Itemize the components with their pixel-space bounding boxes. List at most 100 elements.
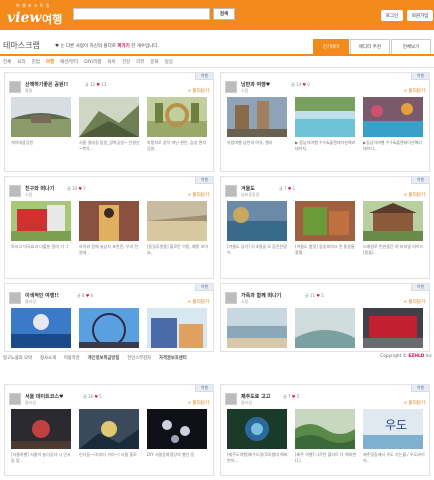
category-travel[interactable]: 여행 [46, 59, 54, 65]
card-user[interactable]: 소망 [241, 88, 248, 94]
login-button[interactable]: 로그인 [381, 10, 403, 21]
avatar[interactable] [9, 292, 21, 304]
category-culture[interactable]: 문화 [150, 59, 158, 65]
thumbnail-image[interactable] [295, 409, 355, 449]
footer-link[interactable]: 정사소개 [40, 355, 56, 361]
card-title[interactable]: 낭만과 여행♥ [241, 81, 270, 88]
avatar[interactable] [225, 393, 237, 405]
thumbnail-image[interactable]: 우도 [363, 409, 423, 449]
thumbnail-caption[interactable]: 제주맛집에서 우도 가는월 / 우도바이지.. [363, 452, 425, 464]
thumbnail-caption[interactable]: [제주도여행]제주도맛(10)평대 해외변지... [227, 452, 289, 464]
card-title[interactable]: 산책하기좋은 공원!! [25, 81, 68, 88]
add-folder-button[interactable]: + 폴더담기 [403, 192, 425, 198]
thumbnail-caption[interactable]: 드래말로 빈연중간 여 비되밀 러이드[원돌].. [363, 244, 425, 256]
category-health[interactable]: 건강 [122, 59, 130, 65]
category-all[interactable]: 전체 [3, 59, 11, 65]
card-user[interactable]: 울라갔 [241, 400, 252, 406]
card-title[interactable]: 서울 데이트코스♥ [25, 393, 63, 400]
thumbnail-caption[interactable]: [서울여행] 서울이 놀이공자 시 인사동 탐.. [11, 452, 73, 464]
thumbnail-caption[interactable]: [겨울도 당기] 뒤 4명굴 모 음진전영이 [227, 244, 289, 256]
thumbnail-image[interactable] [11, 409, 71, 449]
join-button[interactable]: 회원가입 [407, 10, 433, 21]
add-folder-button[interactable]: + 폴더담기 [403, 88, 425, 94]
thumbnail-caption[interactable]: 서울 생태길 탐방_경복궁방~ 인왕산~북악.. [79, 140, 141, 152]
card-user[interactable]: 울라갔 [25, 299, 36, 305]
avatar[interactable] [225, 185, 237, 197]
thumbnail-caption[interactable]: 아이와 함께 놀상지 포천전, 우리 전원에.. [79, 244, 141, 256]
add-folder-button[interactable]: + 폴더담기 [187, 88, 209, 94]
card-title[interactable]: 겨울도 [241, 185, 255, 192]
thumbnail-image[interactable] [227, 201, 287, 241]
avatar[interactable] [225, 81, 237, 93]
add-folder-button[interactable]: + 폴더담기 [187, 192, 209, 198]
thumbnail-caption[interactable]: [제주 여행] 나르만 풀티트 다 해외변(1).. [295, 452, 357, 464]
category-parenting[interactable]: 육아 [108, 59, 116, 65]
card-user[interactable]: 울랄 [25, 88, 32, 94]
avatar[interactable] [9, 81, 21, 93]
add-folder-button[interactable]: + 폴더담기 [403, 400, 425, 406]
footer-link[interactable]: 이용약관 [64, 355, 80, 361]
thumbnail-caption[interactable]: 유럽여행 낭만과 여유, 벨라 [227, 140, 289, 146]
thumbnail-image[interactable] [363, 97, 423, 137]
tab-view-all[interactable]: 전체보기 [391, 39, 431, 54]
search-input[interactable] [73, 8, 210, 20]
category-cooking[interactable]: 요리 [17, 59, 25, 65]
tab-editor-pick[interactable]: 에디터 추천 [350, 39, 390, 54]
tab-popular[interactable]: 인기테마 [313, 39, 349, 54]
thumbnail-image[interactable] [79, 97, 139, 137]
thumbnail-image[interactable] [295, 308, 355, 348]
add-folder-button[interactable]: + 폴더담기 [403, 299, 425, 305]
thumbnail-image[interactable] [79, 308, 139, 348]
avatar[interactable] [225, 292, 237, 304]
category-daily[interactable]: 일상 [165, 59, 173, 65]
thumbnail-caption[interactable]: 인사동~(속부터 겨리~) 서울 통로 [79, 452, 141, 458]
avatar[interactable] [9, 185, 21, 197]
card-user[interactable]: 소망 [241, 299, 248, 305]
thumbnail-image[interactable] [147, 97, 207, 137]
thumbnail-image[interactable] [363, 201, 423, 241]
category-job[interactable]: 진업 [32, 59, 40, 65]
thumbnail-image[interactable] [147, 308, 207, 348]
category-fashion[interactable]: 패션/뷰티 [60, 59, 78, 65]
thumbnail-image[interactable] [11, 201, 71, 241]
thumbnail-caption[interactable]: DIY 서울동화정당의 행산 동 [147, 452, 209, 458]
site-logo[interactable]: 여 행 포 스 트 링 view 여행 [4, 3, 66, 27]
thumbnail-caption[interactable]: 게이데광공원 [11, 140, 73, 146]
thumbnail-image[interactable] [147, 409, 207, 449]
thumbnail-image[interactable] [79, 409, 139, 449]
add-folder-button[interactable]: + 폴더담기 [187, 299, 209, 305]
footer-link[interactable]: 개인정보취급방침 [88, 355, 120, 361]
thumbnail-caption[interactable]: 독서고 미국효과 더할분 알려 기 :) [11, 244, 73, 250]
footer-link[interactable]: 일고노을의 모아 [3, 355, 32, 361]
thumbnail-image[interactable] [295, 201, 355, 241]
card-user[interactable]: 울라갔 [25, 400, 36, 406]
category-diy[interactable]: DIY/리폼 [84, 59, 101, 65]
thumbnail-image[interactable] [227, 409, 287, 449]
card-title[interactable]: 친구와 떠나기 [25, 185, 54, 192]
thumbnail-caption[interactable]: [동일후원중] 블로운 이용, 예정 보아 요, [147, 244, 209, 256]
post-count: 11 [309, 293, 316, 298]
thumbnail-image[interactable] [147, 201, 207, 241]
thumbnail-image[interactable] [79, 201, 139, 241]
thumbnail-image[interactable] [11, 308, 71, 348]
thumbnail-caption[interactable]: ▶동남아여행 수수&플랜테이션해리 테이디.. [363, 140, 425, 152]
thumbnail-caption[interactable]: ▶ 동남아여행 수수&플랜테이션해리테이지.. [295, 140, 357, 152]
footer-link[interactable]: 전인스부감자 [127, 355, 151, 361]
thumbnail-image[interactable] [227, 97, 287, 137]
thumbnail-image[interactable] [363, 308, 423, 348]
thumbnail-image[interactable] [227, 308, 287, 348]
add-folder-button[interactable]: + 폴더담기 [187, 400, 209, 406]
card-title[interactable]: 가족과 함께 떠나기 [241, 292, 281, 299]
search-button[interactable]: 검색 [213, 8, 235, 20]
card-user[interactable]: 소망 [25, 192, 32, 198]
footer-link[interactable]: 자격권보호센터 [159, 355, 187, 361]
card-title[interactable]: 이색적인 여행!! [25, 292, 59, 299]
card-user[interactable]: 남포동동장 [241, 192, 259, 198]
thumbnail-caption[interactable]: [겨울도 봄맛] 옹송피의크 된 통동통흉펼.. [295, 244, 357, 256]
avatar[interactable] [9, 393, 21, 405]
thumbnail-image[interactable] [295, 97, 355, 137]
thumbnail-caption[interactable]: 마법지로 같이 떠난 편안, 감성 편지공원. [147, 140, 209, 152]
thumbnail-image[interactable] [11, 97, 71, 137]
card-title[interactable]: 제주도로 고고 [241, 393, 270, 400]
category-review[interactable]: 리뷰 [136, 59, 144, 65]
